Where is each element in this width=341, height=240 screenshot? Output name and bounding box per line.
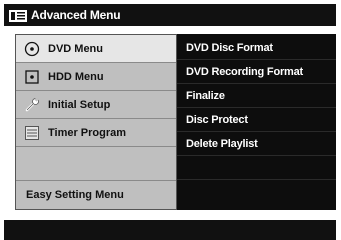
menu-item-label: Timer Program [48,126,127,139]
submenu-item-disc-protect[interactable]: Disc Protect [177,108,336,132]
menu-item-label: Initial Setup [48,98,111,111]
submenu-item-empty [177,180,336,204]
submenu-item-label: Disc Protect [186,113,248,126]
submenu-item-delete-playlist[interactable]: Delete Playlist [177,132,336,156]
title-bar: Advanced Menu [4,4,336,26]
wrench-icon [24,96,40,113]
submenu-item-label: DVD Disc Format [186,41,273,54]
submenu-item-label: DVD Recording Format [186,65,304,78]
menu-item-timer-program[interactable]: Timer Program [16,119,176,147]
menu-item-easy-setting-menu[interactable]: Easy Setting Menu [16,181,176,209]
menu-list-icon [9,9,27,22]
menu-item-hdd-menu[interactable]: HDD Menu [16,63,176,91]
disc-icon [24,41,40,57]
left-menu-panel: DVD Menu HDD Menu Initial Setup Timer Pr… [15,34,177,210]
window-title: Advanced Menu [31,8,121,22]
menu-item-label: HDD Menu [48,70,104,83]
advanced-menu-screen: Advanced Menu DVD Menu HDD Menu Initial … [0,0,341,240]
menu-item-label: Easy Setting Menu [26,189,124,201]
submenu-item-dvd-recording-format[interactable]: DVD Recording Format [177,60,336,84]
right-menu-panel: DVD Disc Format DVD Recording Format Fin… [177,34,336,210]
submenu-item-finalize[interactable]: Finalize [177,84,336,108]
submenu-item-label: Delete Playlist [186,137,258,150]
menu-item-initial-setup[interactable]: Initial Setup [16,91,176,119]
submenu-item-dvd-disc-format[interactable]: DVD Disc Format [177,36,336,60]
menu-item-empty [16,147,176,181]
hdd-icon [24,69,40,85]
list-icon [24,125,40,141]
submenu-item-empty [177,156,336,180]
menu-item-label: DVD Menu [48,42,103,55]
bottom-bar [4,220,336,240]
submenu-item-label: Finalize [186,89,225,102]
menu-item-dvd-menu[interactable]: DVD Menu [16,35,176,63]
